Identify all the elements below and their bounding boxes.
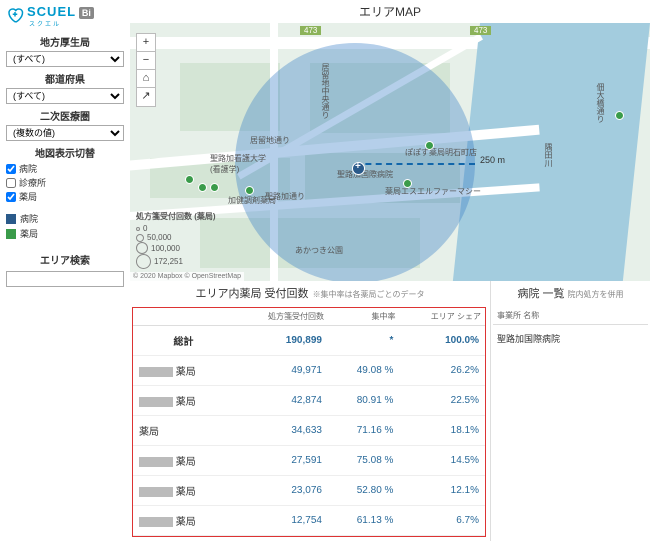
legend-hospital: 病院	[6, 212, 124, 225]
th-name[interactable]	[133, 308, 234, 326]
zoom-in-button[interactable]: +	[137, 34, 155, 52]
poi-popo: ぽぽず薬局明石町店	[405, 147, 477, 158]
field-label-region: 地方厚生局	[6, 34, 124, 49]
map-canvas[interactable]: 250 m 473 473 居留地通り 居留地中央通り 聖路加通り 聖路加看護大…	[130, 23, 650, 281]
road-label-kyoryu: 居留地通り	[250, 135, 290, 146]
pharmacy-table: 処方箋受付回数 集中率 エリア シェア 総計190,899*100.0% 薬局4…	[133, 308, 485, 536]
legend-pharmacy: 薬局	[6, 227, 124, 240]
select-region[interactable]: (すべて)	[6, 51, 124, 67]
pharmacy-table-title: エリア内薬局 受付回数※集中率は各薬局ごとのデータ	[130, 281, 490, 305]
poi-hospital: 聖路加国際病院	[337, 169, 393, 180]
road-label-tsukuda: 佃大橋通り	[595, 83, 606, 123]
road-label-kyoryu2: 居留地中央通り	[320, 63, 331, 119]
poi-univ: 聖路加看護大学 (看護学)	[210, 153, 266, 175]
th-share[interactable]: エリア シェア	[399, 308, 485, 326]
area-search-label: エリア検索	[6, 252, 124, 267]
hospital-list-title: 病院 一覧院内処方を併用	[491, 281, 650, 305]
map-arrow-button[interactable]: ↗	[137, 88, 155, 106]
logo-text: SCUEL	[27, 4, 76, 19]
map-attribution: © 2020 Mapbox © OpenStreetMap	[130, 272, 244, 281]
poi-park: あかつき公園	[295, 245, 343, 256]
table-row: 薬局12,75461.13 %6.7%	[133, 506, 485, 536]
map-controls: + − ⌂ ↗	[136, 33, 156, 107]
map-home-button[interactable]: ⌂	[137, 70, 155, 88]
checkbox-pharmacy[interactable]	[6, 192, 16, 202]
table-row: 薬局23,07652.80 %12.1%	[133, 476, 485, 506]
marker-pharmacy[interactable]	[210, 183, 219, 192]
display-switch-label: 地図表示切替	[6, 145, 124, 160]
marker-hospital[interactable]	[352, 162, 365, 175]
field-label-medarea: 二次医療圏	[6, 108, 124, 123]
radius-label: 250 m	[480, 155, 505, 165]
route-badge: 473	[300, 26, 321, 35]
select-pref[interactable]: (すべて)	[6, 88, 124, 104]
checkbox-hospital[interactable]	[6, 164, 16, 174]
check-hospital: 病院	[6, 162, 124, 175]
logo: SCUEL Bi スクエル	[6, 4, 124, 28]
logo-badge: Bi	[79, 7, 94, 19]
th-rate[interactable]: 集中率	[328, 308, 400, 326]
map-title: エリアMAP	[130, 0, 650, 23]
marker-pharmacy[interactable]	[425, 141, 434, 150]
hospital-list-panel: 病院 一覧院内処方を併用 事業所 名称 聖路加国際病院	[490, 281, 650, 541]
field-label-pref: 都道府県	[6, 71, 124, 86]
marker-pharmacy[interactable]	[185, 175, 194, 184]
marker-pharmacy[interactable]	[615, 111, 624, 120]
hospital-row: 聖路加国際病院	[493, 327, 648, 350]
area-search-input[interactable]	[6, 271, 124, 287]
th-count[interactable]: 処方箋受付回数	[234, 308, 328, 326]
check-pharmacy: 薬局	[6, 190, 124, 203]
select-medarea[interactable]: (複数の値)	[6, 125, 124, 141]
sidebar: SCUEL Bi スクエル 地方厚生局 (すべて) 都道府県 (すべて) 二次医…	[0, 0, 130, 541]
table-row-total: 総計190,899*100.0%	[133, 326, 485, 356]
river-label: 隅田川	[543, 143, 554, 167]
zoom-out-button[interactable]: −	[137, 52, 155, 70]
table-row: 薬局34,63371.16 %18.1%	[133, 416, 485, 446]
hosp-th[interactable]: 事業所 名称	[493, 307, 648, 325]
table-row: 薬局27,59175.08 %14.5%	[133, 446, 485, 476]
logo-icon	[6, 6, 24, 27]
check-clinic: 診療所	[6, 176, 124, 189]
table-row: 薬局42,87480.91 %22.5%	[133, 386, 485, 416]
marker-pharmacy[interactable]	[245, 186, 254, 195]
radius-line	[355, 163, 475, 165]
bubble-size-legend: 処方箋受付回数 (薬局) 0 50,000 100,000 172,251	[136, 211, 216, 269]
marker-pharmacy[interactable]	[403, 179, 412, 188]
route-badge-2: 473	[470, 26, 491, 35]
logo-sub: スクエル	[29, 19, 94, 28]
poi-kabi: 加健調剤薬局	[228, 195, 276, 206]
table-row: 薬局49,97149.08 %26.2%	[133, 356, 485, 386]
marker-pharmacy[interactable]	[198, 183, 207, 192]
poi-esuel: 薬局エスエルファーマシー	[385, 186, 481, 197]
pharmacy-table-panel: エリア内薬局 受付回数※集中率は各薬局ごとのデータ 処方箋受付回数 集中率 エリ…	[130, 281, 490, 541]
checkbox-clinic[interactable]	[6, 178, 16, 188]
